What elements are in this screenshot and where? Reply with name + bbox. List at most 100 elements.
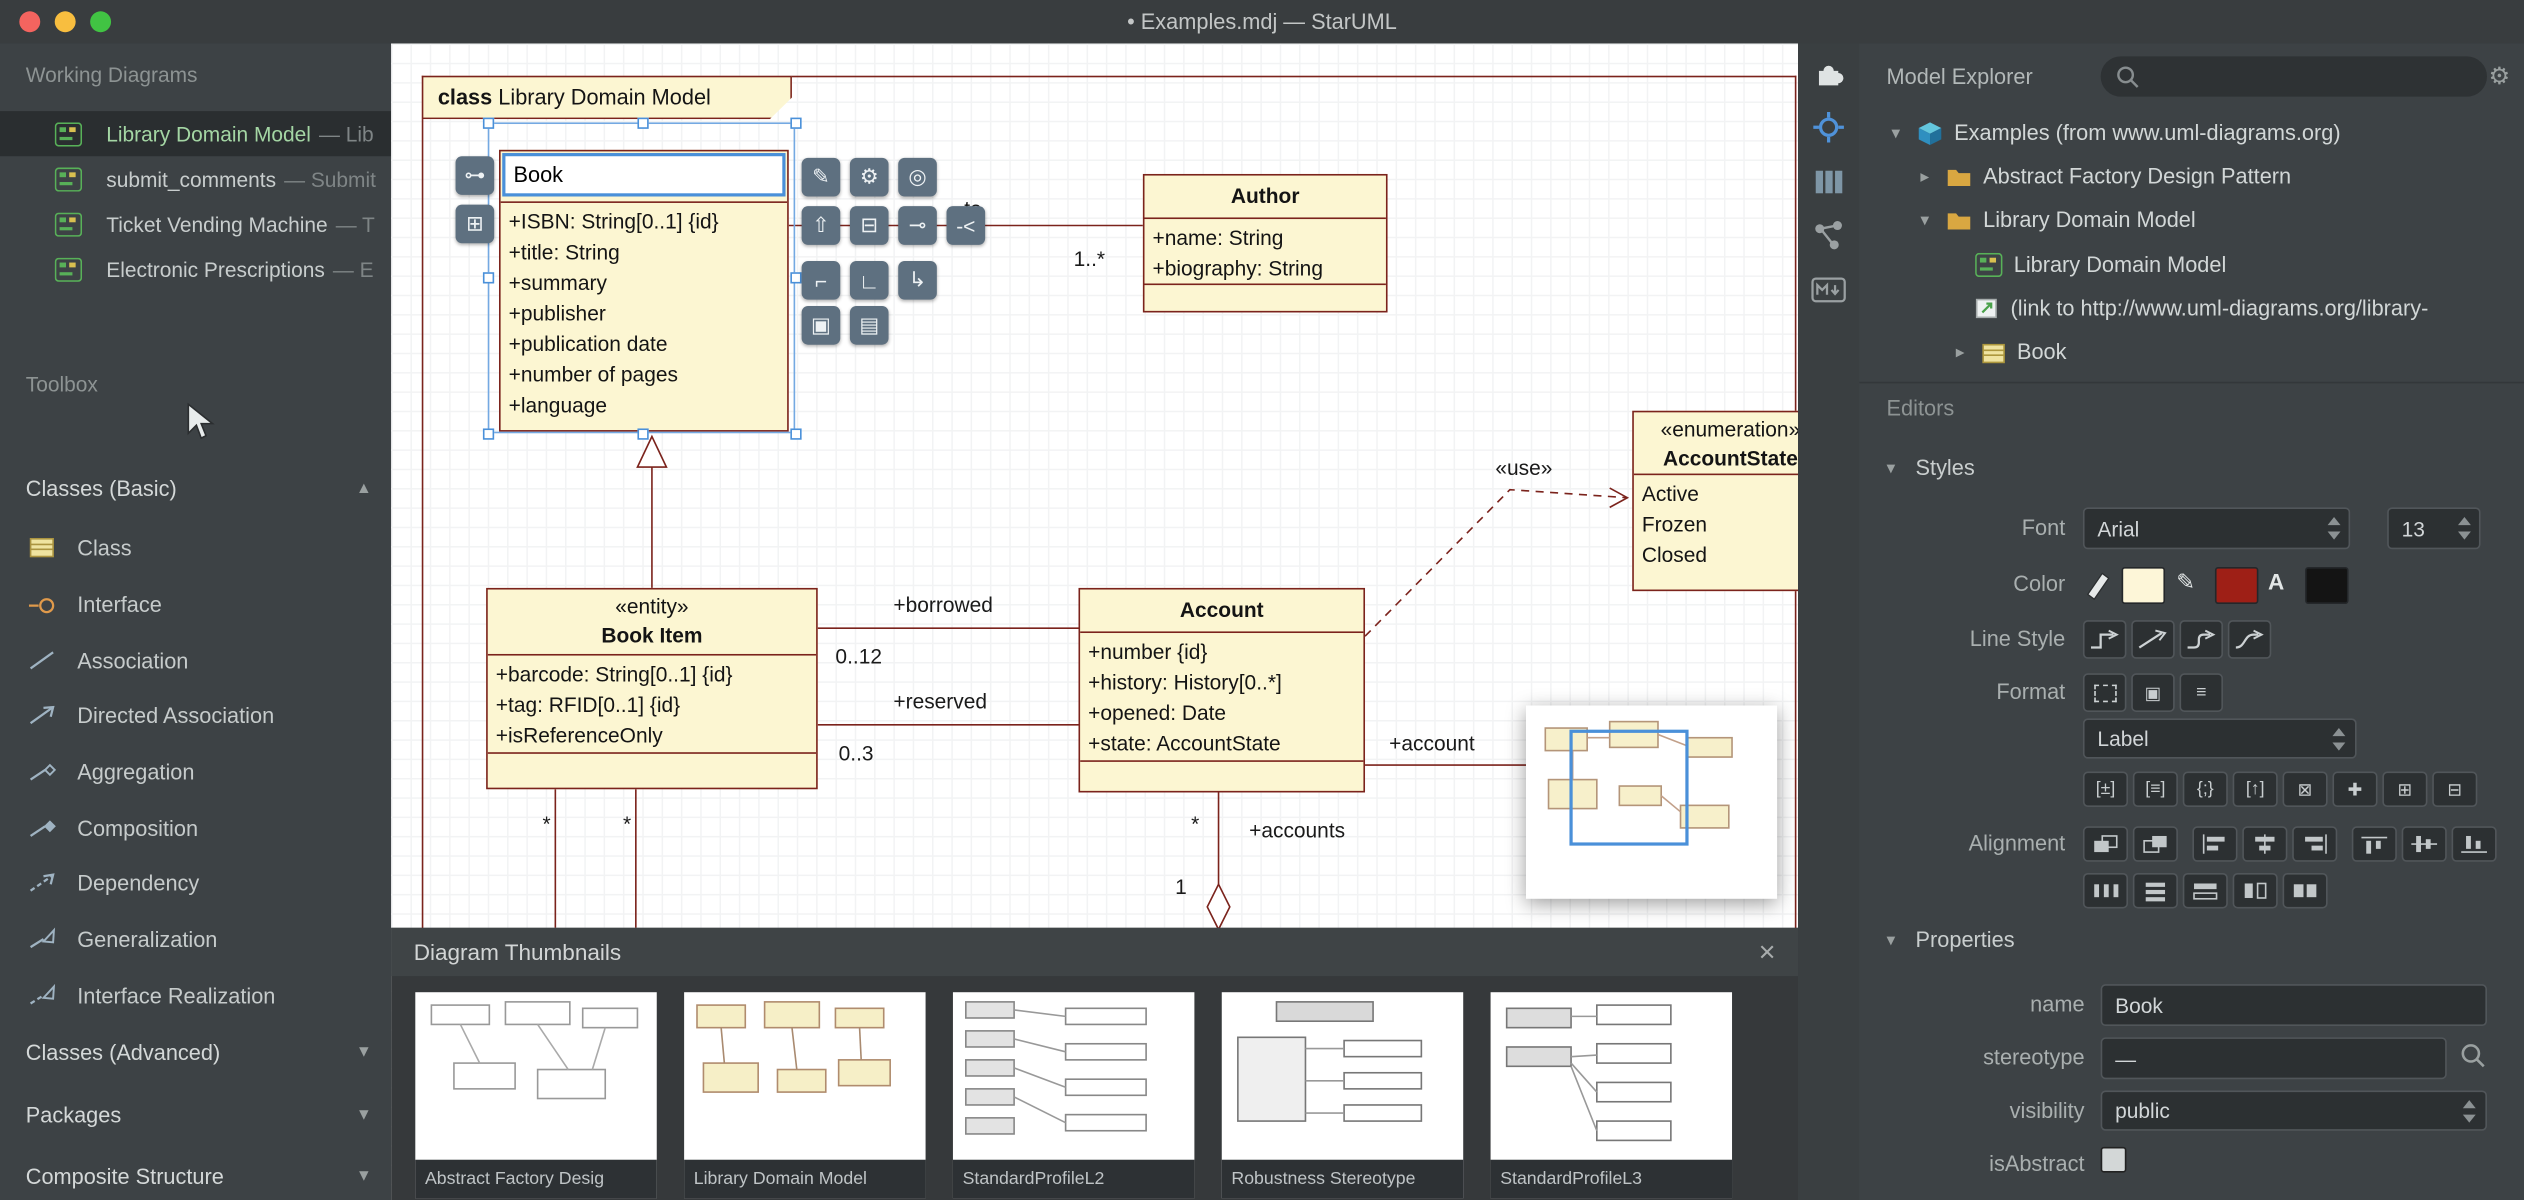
selection-handle-s[interactable] — [637, 428, 649, 440]
expander-down-icon[interactable]: ▾ — [1891, 122, 1917, 143]
working-diagram-ticket-vending-machine[interactable]: Ticket Vending Machine — T — [0, 201, 391, 246]
expander-right-icon[interactable]: ▸ — [1920, 166, 1946, 187]
quick-connector-button[interactable]: ⊶ — [455, 156, 495, 195]
extensions-icon[interactable] — [1811, 56, 1846, 91]
same-height-button[interactable] — [2232, 873, 2278, 909]
layout-columns-icon[interactable] — [1811, 164, 1846, 199]
markdown-icon[interactable] — [1811, 272, 1846, 307]
tool-composition[interactable]: Composition — [0, 801, 391, 856]
fill-color-swatch[interactable] — [2121, 566, 2166, 605]
toggle-visibility-button[interactable]: [↑] — [2232, 771, 2278, 807]
tree-item-examples[interactable]: ▾ Examples (from www.uml-diagrams.org) — [1859, 111, 2524, 154]
stereotype-search-button[interactable] — [2458, 1041, 2487, 1075]
working-diagram-electronic-prescriptions[interactable]: Electronic Prescriptions — E — [0, 246, 391, 291]
font-family-input[interactable] — [2082, 507, 2351, 550]
format-outline-button[interactable] — [2082, 673, 2127, 712]
tree-item-hyperlink[interactable]: (link to http://www.uml-diagrams.org/lib… — [1859, 287, 2524, 330]
toolbox-section-classes-basic[interactable]: Classes (Basic) ▲ — [0, 466, 391, 514]
tree-item-library-domain-model-folder[interactable]: ▾ Library Domain Model — [1859, 198, 2524, 241]
align-left-button[interactable] — [2192, 826, 2238, 862]
search-input[interactable] — [2140, 64, 2463, 89]
toggle-multiplicity-button[interactable]: [±] — [2082, 771, 2129, 807]
working-diagram-submit-comments[interactable]: submit_comments — Submit — [0, 156, 391, 201]
bring-to-front-button[interactable] — [2082, 826, 2129, 862]
quick-moveup-button[interactable]: ⇧ — [801, 206, 841, 245]
same-size-button[interactable] — [2282, 873, 2328, 909]
quick-copy-button[interactable]: ▣ — [801, 306, 841, 345]
selection-handle-n[interactable] — [637, 117, 649, 129]
font-letter-icon[interactable]: A — [2268, 569, 2284, 595]
quick-connector-style-1-button[interactable]: ⌐ — [801, 260, 841, 300]
class-book-item[interactable]: «entity» Book Item +barcode: String[0..1… — [486, 587, 818, 790]
tool-association[interactable]: Association — [0, 633, 391, 688]
send-to-back-button[interactable] — [2132, 826, 2178, 862]
toggle-icon-button[interactable]: ✚ — [2332, 771, 2378, 807]
line-color-swatch[interactable] — [2214, 566, 2259, 605]
quick-split-button[interactable]: -< — [946, 206, 986, 245]
thumbnail-abstract-factory[interactable]: Abstract Factory Desig — [415, 992, 657, 1199]
align-top-button[interactable] — [2351, 826, 2397, 862]
same-width-button[interactable] — [2182, 873, 2228, 909]
tree-item-library-domain-model-diagram[interactable]: Library Domain Model — [1859, 243, 2524, 286]
align-right-button[interactable] — [2292, 826, 2338, 862]
thumbnail-library-domain-model[interactable]: Library Domain Model — [684, 992, 926, 1199]
stereotype-input[interactable] — [2100, 1037, 2447, 1080]
selection-handle-ne[interactable] — [790, 117, 802, 129]
crosshair-icon[interactable] — [1811, 110, 1846, 145]
gear-icon[interactable]: ⚙ — [2489, 61, 2511, 90]
quick-frame-button[interactable]: ▤ — [849, 306, 889, 345]
toggle-properties-button[interactable]: {;} — [2182, 771, 2228, 807]
toolbox-section-packages[interactable]: Packages ▼ — [0, 1092, 391, 1140]
toggle-expand-button[interactable]: ⊞ — [2382, 771, 2428, 807]
tool-interface[interactable]: Interface — [0, 577, 391, 632]
styles-section-header[interactable]: ▾ Styles — [1887, 456, 1975, 480]
tool-aggregation[interactable]: Aggregation — [0, 744, 391, 799]
enumeration-account-state[interactable]: «enumeration» AccountState Active Frozen… — [1632, 410, 1799, 592]
thumbnail-standardprofilel3[interactable]: StandardProfileL3 — [1490, 992, 1733, 1199]
quick-settings-button[interactable]: ⚙ — [849, 157, 889, 197]
expander-down-icon[interactable]: ▾ — [1920, 209, 1946, 230]
selection-handle-nw[interactable] — [482, 117, 495, 129]
model-explorer-search[interactable] — [2100, 56, 2487, 97]
font-size-field[interactable] — [2387, 507, 2481, 550]
align-bottom-button[interactable] — [2451, 826, 2497, 862]
properties-section-header[interactable]: ▾ Properties — [1887, 928, 2015, 952]
share-icon[interactable] — [1811, 217, 1846, 252]
line-style-curve-button[interactable] — [2227, 620, 2272, 659]
quick-subdiagram-button[interactable]: ⊞ — [455, 204, 495, 244]
line-style-oblique-button[interactable] — [2131, 620, 2175, 659]
line-style-roundrect-button[interactable] — [2179, 620, 2223, 659]
tool-directed-association[interactable]: Directed Association — [0, 688, 391, 743]
expander-right-icon[interactable]: ▸ — [1956, 341, 1982, 362]
toggle-shadow-button[interactable]: ⊠ — [2282, 771, 2328, 807]
font-family-field[interactable] — [2082, 507, 2351, 550]
class-author[interactable]: Author +name: String +biography: String — [1142, 173, 1388, 313]
tool-dependency[interactable]: Dependency — [0, 855, 391, 910]
line-style-rectilinear-button[interactable] — [2082, 620, 2127, 659]
stereotype-display-dropdown[interactable]: Label — [2082, 718, 2357, 759]
name-input[interactable] — [2100, 984, 2487, 1027]
align-middle-button[interactable] — [2401, 826, 2447, 862]
tree-item-book[interactable]: ▸ Book — [1859, 330, 2524, 373]
tool-class[interactable]: Class — [0, 520, 391, 575]
quick-extension-button[interactable]: ◎ — [898, 157, 937, 197]
class-account[interactable]: Account +number {id} +history: History[0… — [1078, 587, 1366, 793]
selection-handle-w[interactable] — [482, 272, 495, 284]
toggle-operations-button[interactable]: [≡] — [2132, 771, 2178, 807]
quick-edit-button[interactable]: ✎ — [801, 157, 841, 197]
selection-handle-sw[interactable] — [482, 428, 495, 440]
distribute-vertical-button[interactable] — [2132, 873, 2178, 909]
close-icon[interactable]: × — [1759, 928, 1776, 976]
name-edit-field[interactable] — [502, 153, 786, 197]
format-filled-button[interactable]: ▣ — [2131, 673, 2175, 712]
toolbox-section-classes-advanced[interactable]: Classes (Advanced) ▼ — [0, 1029, 391, 1077]
quick-connector-style-3-button[interactable]: ↳ — [898, 260, 937, 300]
visibility-dropdown[interactable]: public — [2100, 1090, 2487, 1131]
toggle-collapse-button[interactable]: ⊟ — [2432, 771, 2478, 807]
align-center-button[interactable] — [2242, 826, 2288, 862]
isabstract-checkbox[interactable] — [2100, 1146, 2127, 1173]
diagram-navigator-preview[interactable] — [1525, 705, 1778, 899]
thumbnail-robustness-stereotypes[interactable]: Robustness Stereotype — [1221, 992, 1464, 1199]
working-diagram-library-domain-model[interactable]: Library Domain Model — Lib — [0, 111, 392, 157]
tool-generalization[interactable]: Generalization — [0, 912, 391, 967]
